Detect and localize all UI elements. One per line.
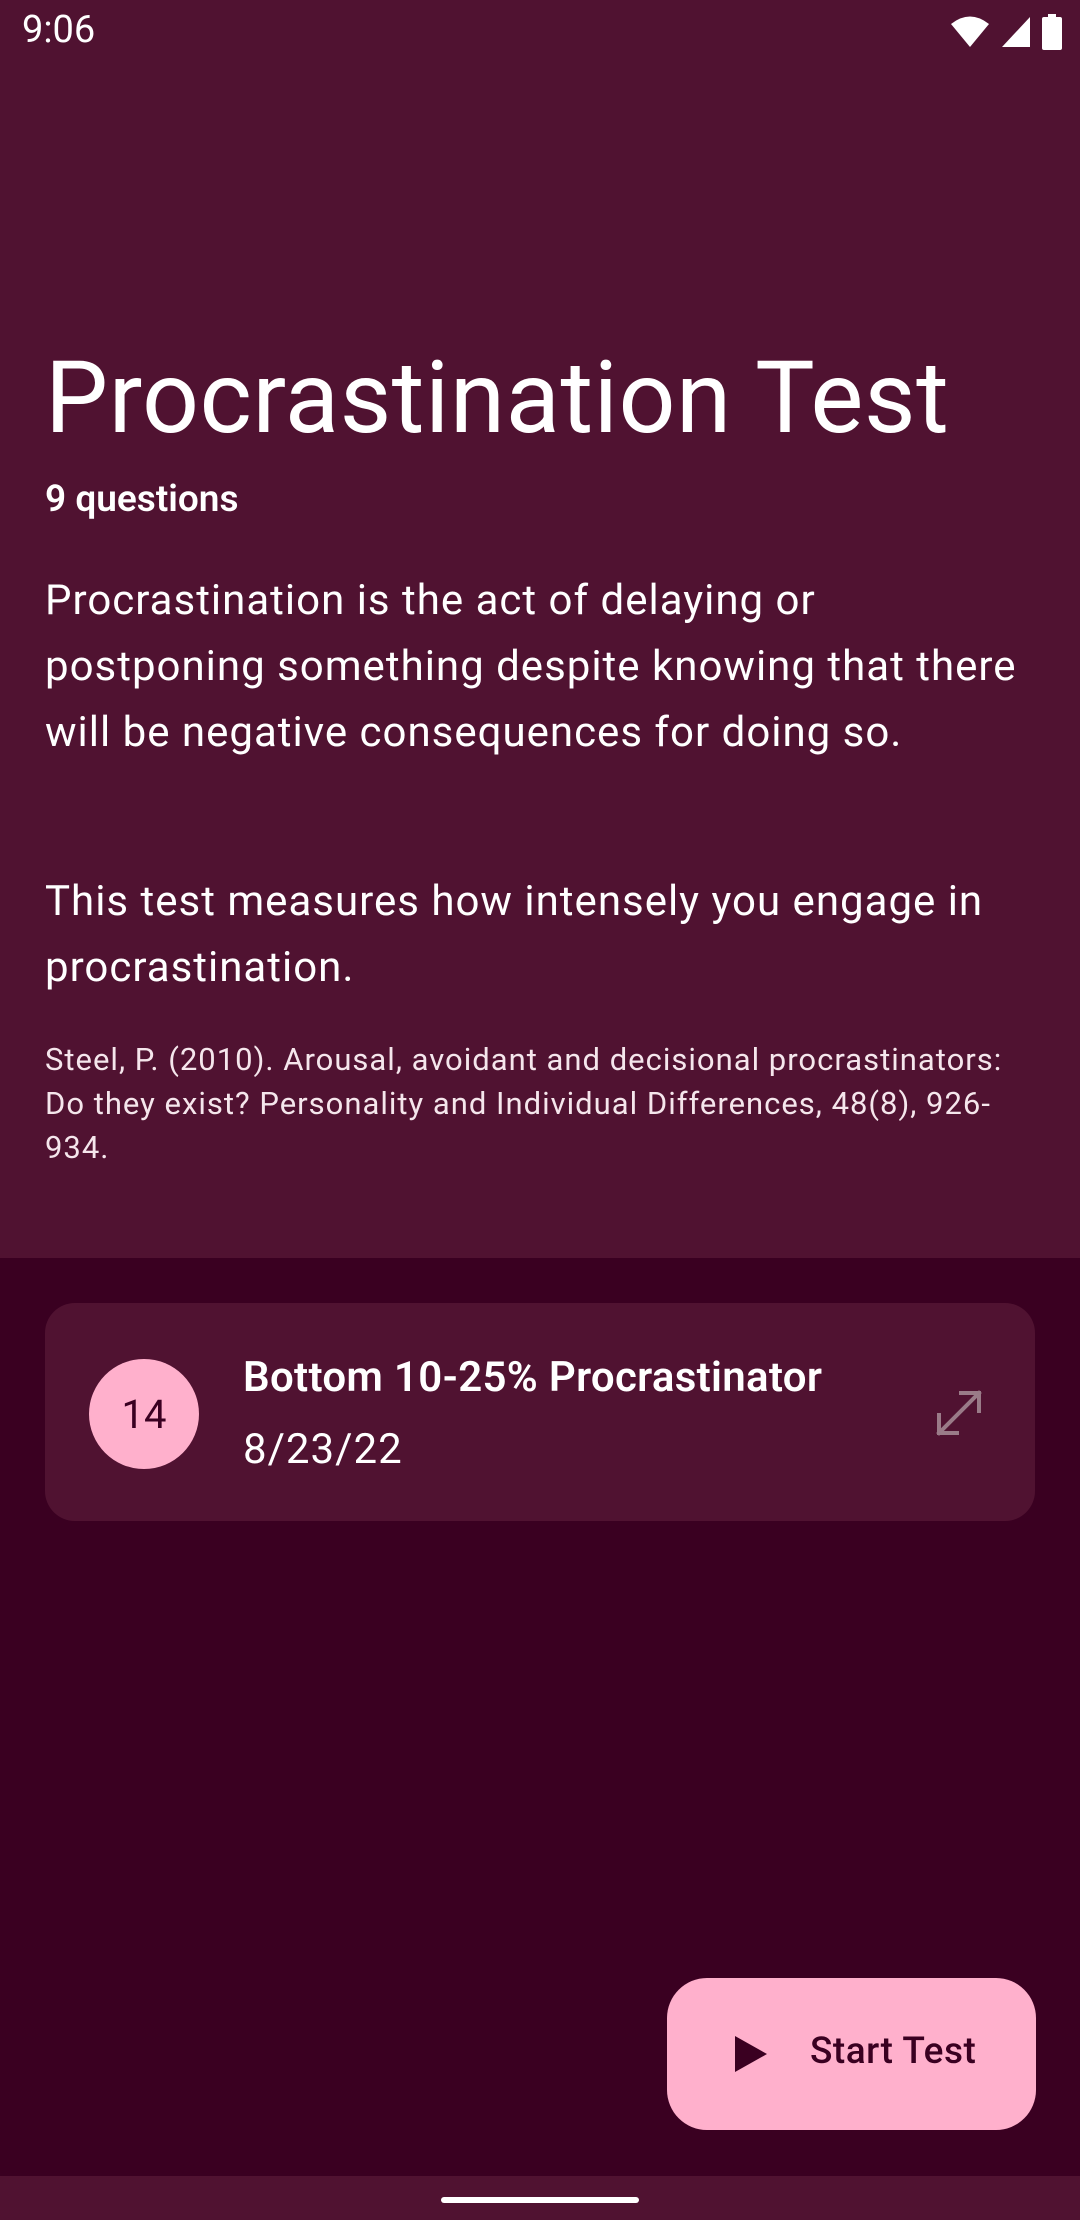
- page-title: Procrastination Test: [45, 340, 950, 457]
- description-paragraph-2: This test measures how intensely you eng…: [45, 877, 984, 992]
- play-icon: [735, 2036, 767, 2072]
- description-paragraph: Procrastination is the act of delaying o…: [45, 576, 1017, 757]
- home-gesture-handle[interactable]: [441, 2197, 639, 2203]
- header-section: 9:06 Procrastination Test 9 questions Pr…: [0, 0, 1080, 1258]
- signal-icon: [1002, 17, 1030, 47]
- citation: Steel, P. (2010). Arousal, avoidant and …: [45, 1041, 1003, 1166]
- status-icons: [950, 14, 1062, 50]
- start-test-label: Start Test: [810, 2030, 977, 2073]
- score-badge: 14: [89, 1359, 199, 1469]
- result-label: Bottom 10-25% Procrastinator: [243, 1353, 823, 1402]
- battery-icon: [1042, 14, 1062, 50]
- status-time: 9:06: [22, 8, 96, 52]
- expand-icon[interactable]: [931, 1385, 987, 1441]
- status-bar: 9:06: [0, 0, 1080, 66]
- result-card[interactable]: 14 Bottom 10-25% Procrastinator 8/23/22: [45, 1303, 1035, 1521]
- start-test-button[interactable]: Start Test: [667, 1978, 1036, 2130]
- question-count: 9 questions: [45, 478, 239, 521]
- result-date: 8/23/22: [243, 1425, 403, 1474]
- wifi-icon: [951, 16, 989, 47]
- navigation-bar: [0, 2176, 1080, 2220]
